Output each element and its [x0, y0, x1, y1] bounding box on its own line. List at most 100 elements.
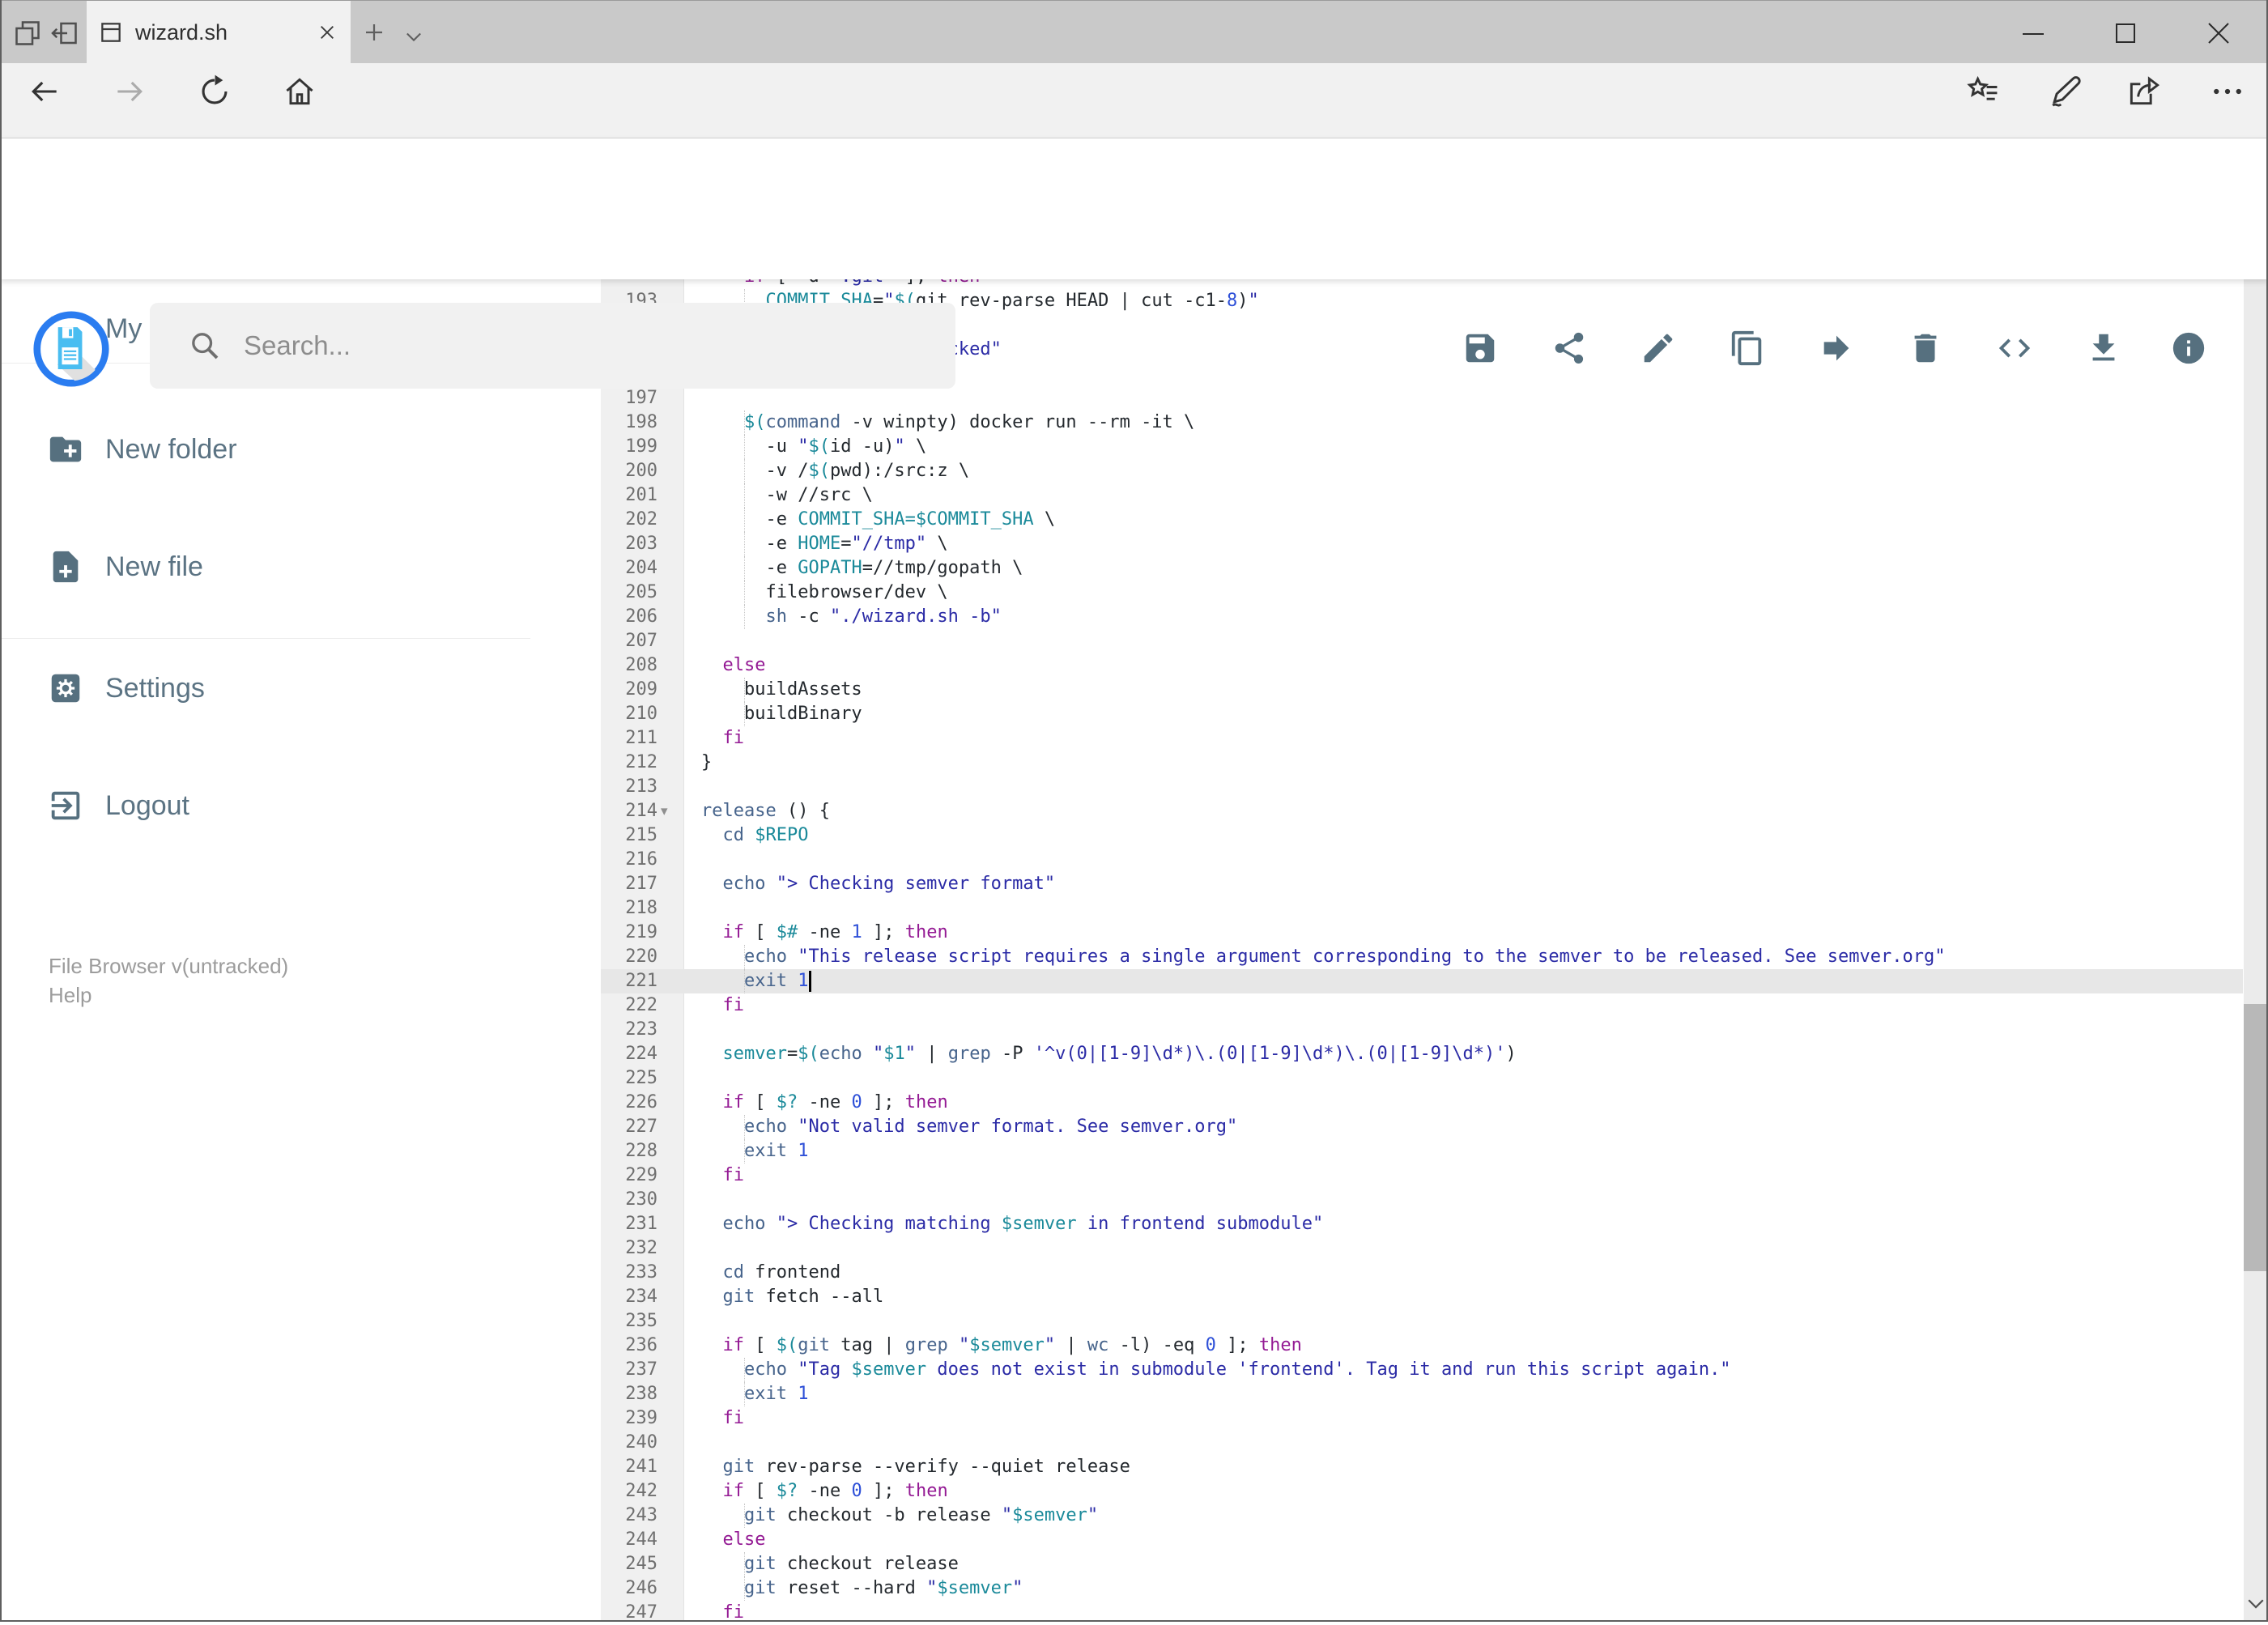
code-line[interactable]: 207 [601, 629, 2243, 653]
search-input[interactable] [242, 330, 893, 362]
new-tab-button[interactable] [362, 20, 386, 45]
edit-button[interactable] [1640, 330, 1677, 367]
download-button[interactable] [2085, 330, 2122, 367]
refresh-button[interactable] [197, 74, 232, 109]
code-text: buildAssets [701, 679, 862, 700]
code-line[interactable]: 243 git checkout -b release "$semver" [601, 1504, 2243, 1528]
browser-tab-strip: wizard.sh [0, 0, 2268, 64]
forward-button[interactable] [112, 74, 147, 109]
delete-button[interactable] [1907, 330, 1944, 367]
code-line[interactable]: 225 [601, 1066, 2243, 1091]
code-line[interactable]: 205 filebrowser/dev \ [601, 581, 2243, 605]
code-line[interactable]: 227 echo "Not valid semver format. See s… [601, 1115, 2243, 1139]
close-window-button[interactable] [2208, 23, 2229, 44]
code-line[interactable]: 245 git checkout release [601, 1552, 2243, 1576]
code-line[interactable]: 204 -e GOPATH=//tmp/gopath \ [601, 556, 2243, 581]
web-note-button[interactable] [2047, 74, 2083, 109]
tabs-set-aside-button[interactable] [50, 19, 79, 48]
code-line[interactable]: 215 cd $REPO [601, 823, 2243, 848]
code-line[interactable]: 224 semver=$(echo "$1" | grep -P '^v(0|[… [601, 1042, 2243, 1066]
sidebar-item-new-folder[interactable]: New folder [0, 415, 530, 484]
code-line[interactable]: 235 [601, 1309, 2243, 1334]
share-icon [1555, 332, 1584, 364]
code-line[interactable]: 239 fi [601, 1406, 2243, 1431]
code-line[interactable]: 197 [601, 386, 2243, 411]
minimize-button[interactable] [2023, 32, 2044, 36]
back-button[interactable] [27, 74, 62, 109]
save-button[interactable] [1462, 330, 1499, 367]
code-line[interactable]: 206 sh -c "./wizard.sh -b" [601, 605, 2243, 629]
hub-favorites-button[interactable] [1965, 74, 2001, 109]
indent-guide [743, 411, 745, 435]
tab-list-button[interactable] [402, 25, 425, 48]
more-options-button[interactable] [2210, 74, 2245, 109]
code-line[interactable]: 199 -u "$(id -u)" \ [601, 435, 2243, 459]
indent-guide [743, 1382, 745, 1406]
code-line[interactable]: 201 -w //src \ [601, 483, 2243, 508]
code-line[interactable]: 237 echo "Tag $semver does not exist in … [601, 1358, 2243, 1382]
help-link[interactable]: Help [49, 983, 91, 1008]
code-line[interactable]: 216 [601, 848, 2243, 872]
code-line[interactable]: 209 buildAssets [601, 678, 2243, 702]
page-scrollbar[interactable] [2244, 138, 2268, 1622]
sidebar-item-new-file[interactable]: New file [0, 532, 530, 602]
fold-arrow-icon[interactable]: ▾ [661, 799, 668, 823]
code-line[interactable]: 232 [601, 1236, 2243, 1261]
code-line[interactable]: 208 else [601, 653, 2243, 678]
move-button[interactable] [1818, 330, 1855, 367]
code-line[interactable]: 233 cd frontend [601, 1261, 2243, 1285]
share-button[interactable] [1551, 330, 1588, 367]
scrollbar-thumb[interactable] [2244, 1004, 2268, 1271]
code-line[interactable]: 200 -v /$(pwd):/src:z \ [601, 459, 2243, 483]
code-line[interactable]: 211 fi [601, 726, 2243, 751]
code-line[interactable]: 210 buildBinary [601, 702, 2243, 726]
code-line[interactable]: 230 [601, 1188, 2243, 1212]
tab-previews-button[interactable] [13, 19, 42, 48]
code-line[interactable]: 241 git rev-parse --verify --quiet relea… [601, 1455, 2243, 1479]
tab-close-icon[interactable] [318, 23, 336, 41]
code-line[interactable]: 222 fi [601, 993, 2243, 1018]
sidebar-item-logout[interactable]: Logout [0, 771, 530, 840]
sidebar-item-settings[interactable]: Settings [0, 653, 530, 723]
home-button[interactable] [282, 74, 317, 109]
move-forward-icon [1823, 335, 1849, 361]
code-line-partial[interactable]: if [ -d ".git" ]; then [601, 279, 2243, 289]
copy-button[interactable] [1729, 330, 1766, 367]
code-line[interactable]: 198 $(command -v winpty) docker run --rm… [601, 411, 2243, 435]
indent-guide [743, 581, 745, 605]
maximize-button[interactable] [2116, 23, 2135, 43]
indent-guide [743, 1552, 745, 1576]
code-line[interactable]: 219 if [ $# -ne 1 ]; then [601, 921, 2243, 945]
code-line[interactable]: 226 if [ $? -ne 0 ]; then [601, 1091, 2243, 1115]
code-line[interactable]: 223 [601, 1018, 2243, 1042]
code-line[interactable]: 246 git reset --hard "$semver" [601, 1576, 2243, 1601]
text-cursor [809, 971, 812, 992]
code-line[interactable]: 234 git fetch --all [601, 1285, 2243, 1309]
code-line[interactable]: 213 [601, 775, 2243, 799]
code-editor[interactable]: if [ -d ".git" ]; then193 COMMIT_SHA="$(… [601, 279, 2243, 1625]
code-line[interactable]: 221 exit 1 [601, 969, 2243, 993]
browser-tab[interactable]: wizard.sh [87, 1, 351, 64]
code-line[interactable]: 242 if [ $? -ne 0 ]; then [601, 1479, 2243, 1504]
code-text: git checkout -b release "$semver" [743, 1505, 1099, 1525]
indent-guide [743, 1115, 745, 1139]
share-page-button[interactable] [2125, 74, 2161, 109]
code-line[interactable]: 229 fi [601, 1163, 2243, 1188]
code-button[interactable] [1996, 330, 2033, 367]
code-line[interactable]: 238 exit 1 [601, 1382, 2243, 1406]
code-line[interactable]: 244 else [601, 1528, 2243, 1552]
code-line[interactable]: 202 -e COMMIT_SHA=$COMMIT_SHA \ [601, 508, 2243, 532]
code-line[interactable]: 236 if [ $(git tag | grep "$semver" | wc… [601, 1334, 2243, 1358]
code-line[interactable]: 231 echo "> Checking matching $semver in… [601, 1212, 2243, 1236]
code-line[interactable]: 228 exit 1 [601, 1139, 2243, 1163]
code-line[interactable]: 240 [601, 1431, 2243, 1455]
code-line[interactable]: 214 ▾ release () { [601, 799, 2243, 823]
search-box[interactable] [150, 303, 955, 389]
code-line[interactable]: 220 echo "This release script requires a… [601, 945, 2243, 969]
code-line[interactable]: 218 [601, 896, 2243, 921]
info-button[interactable] [2170, 330, 2207, 367]
scroll-down-icon[interactable] [2244, 1591, 2268, 1615]
code-line[interactable]: 212} [601, 751, 2243, 775]
code-line[interactable]: 203 -e HOME="//tmp" \ [601, 532, 2243, 556]
code-line[interactable]: 217 echo "> Checking semver format" [601, 872, 2243, 896]
